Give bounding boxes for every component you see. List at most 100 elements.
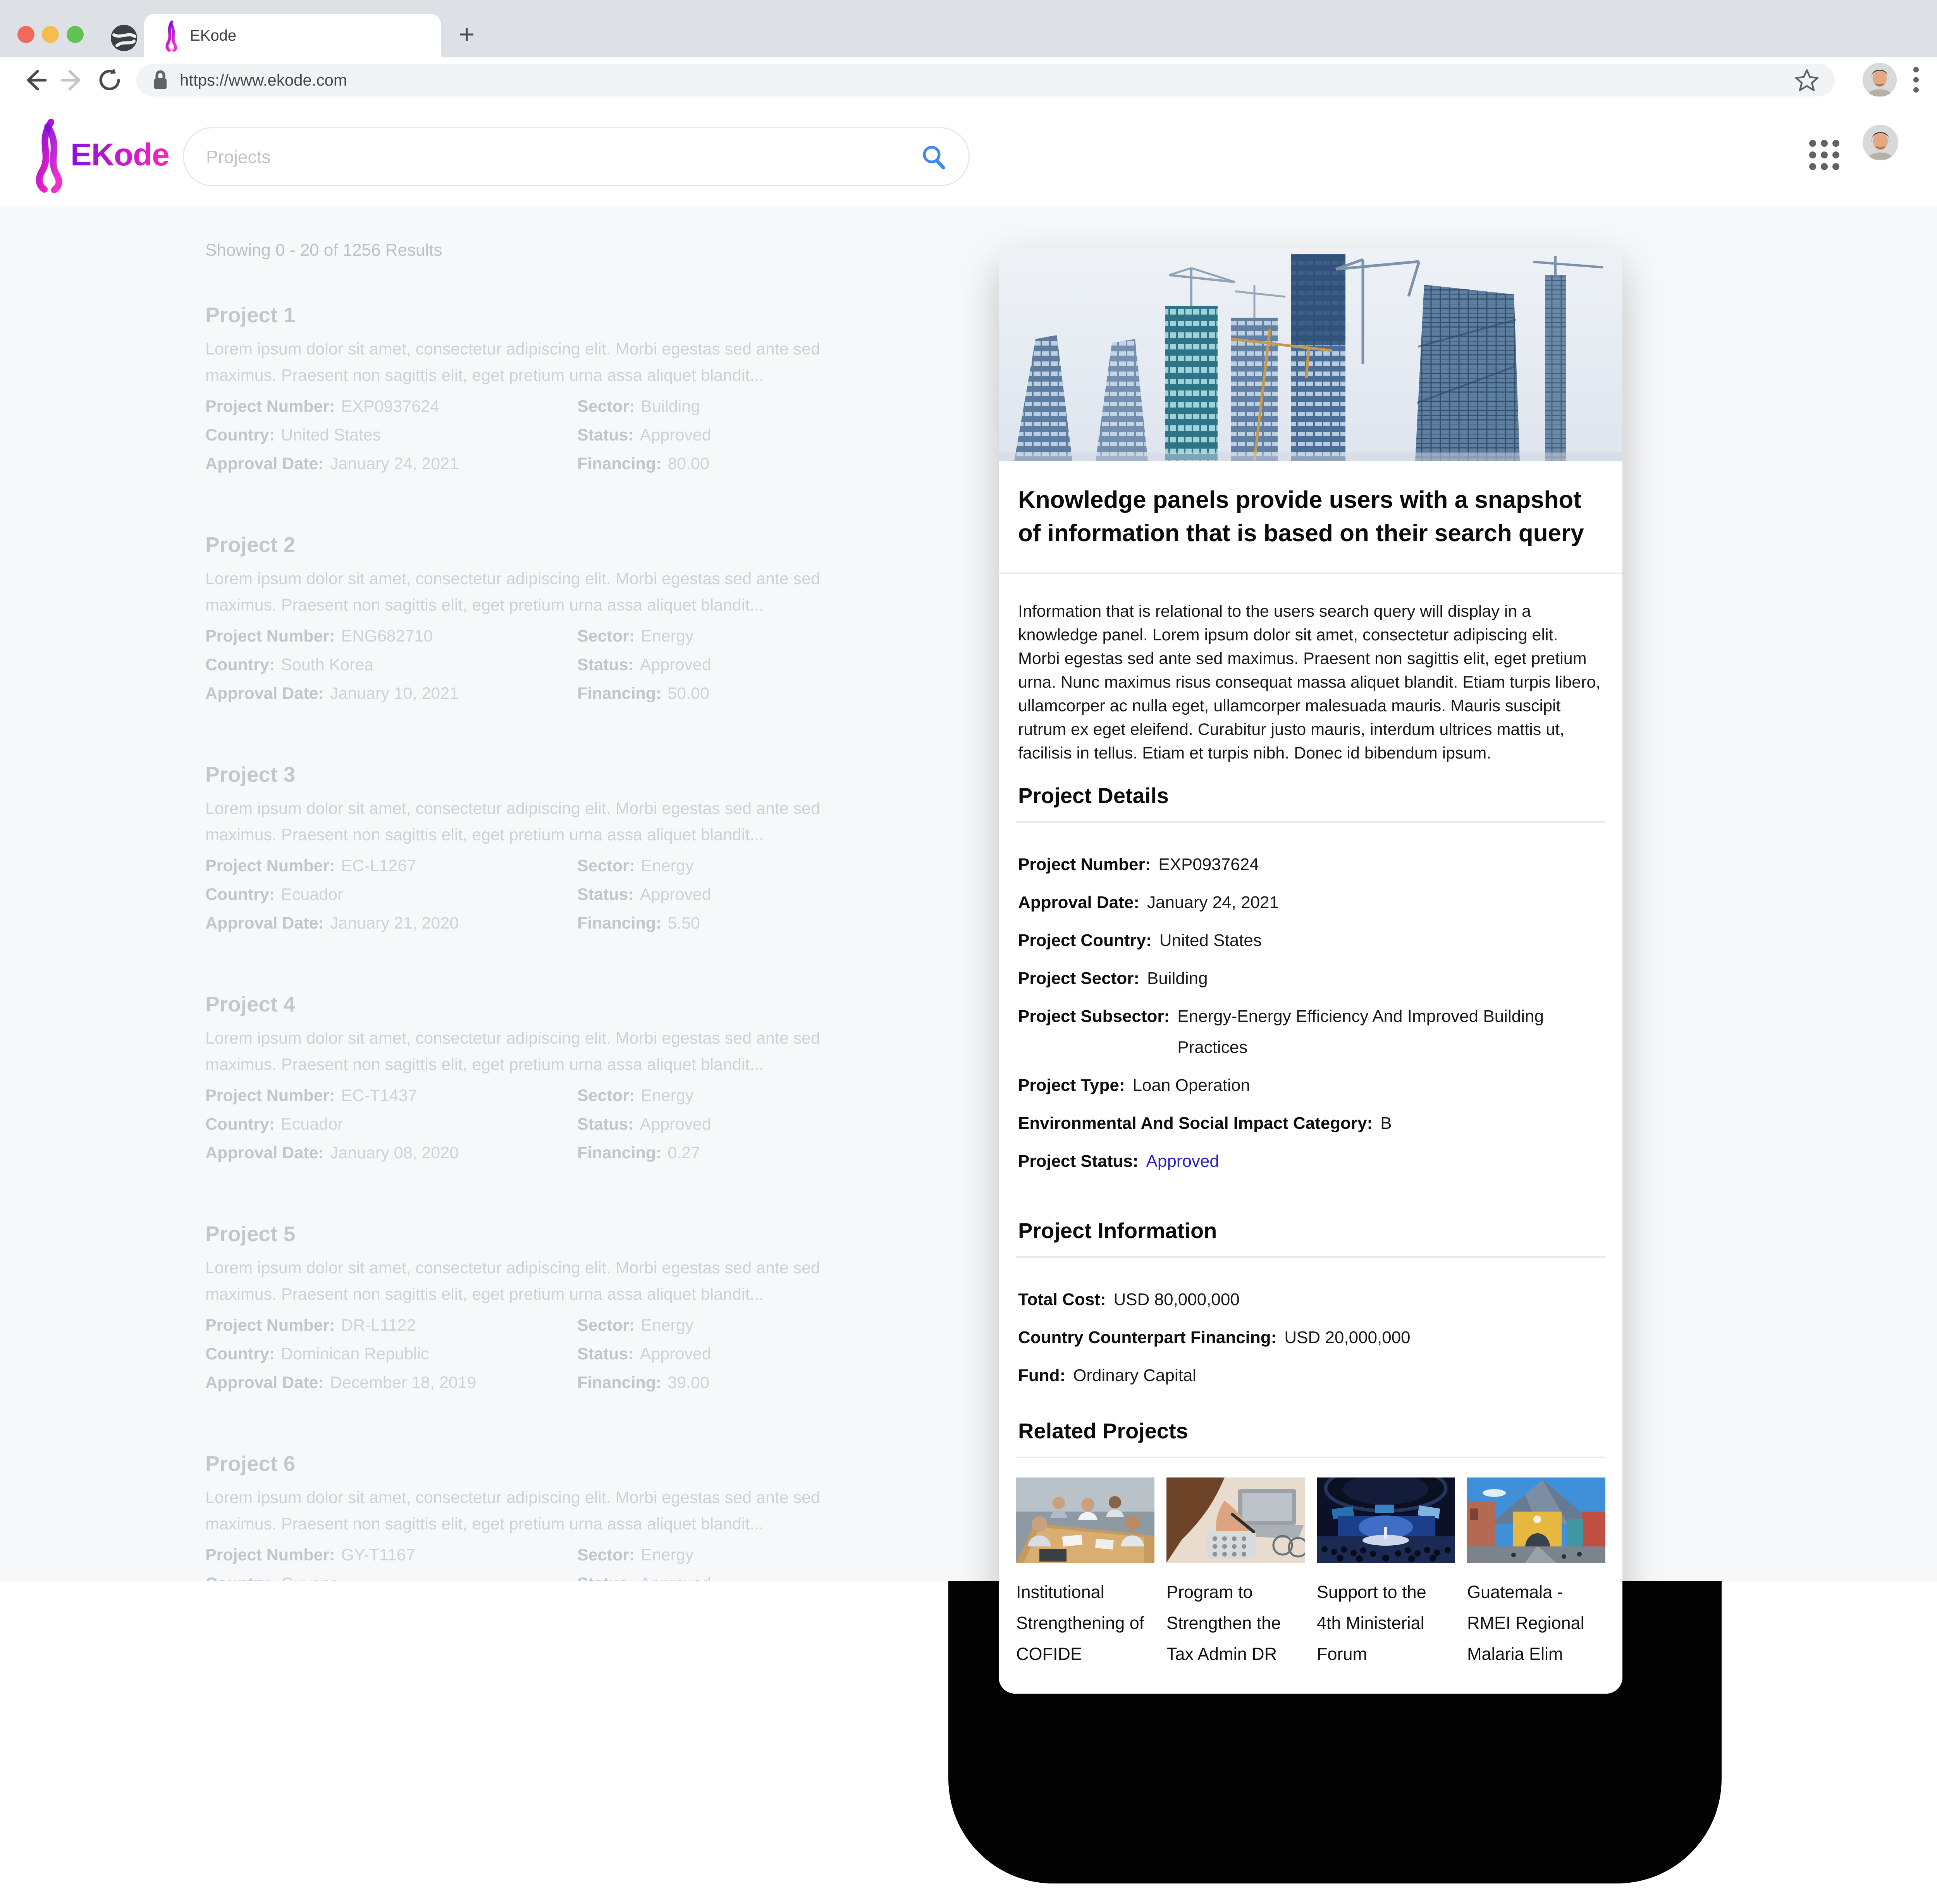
result-description: Lorem ipsum dolor sit amet, consectetur … [205, 1025, 879, 1078]
field-label: Country: [205, 1115, 275, 1133]
related-project-card[interactable]: Institutional Strengthening of COFIDE [1016, 1477, 1154, 1670]
field-value: Approved [640, 885, 711, 904]
field-value: December 18, 2019 [330, 1373, 477, 1392]
detail-value: Loan Operation [1132, 1070, 1250, 1101]
field-label: Sector: [577, 1546, 635, 1564]
field-value: Approved [640, 426, 711, 444]
search-icon[interactable] [921, 144, 947, 170]
info-value: USD 80,000,000 [1114, 1284, 1240, 1315]
result-description: Lorem ipsum dolor sit amet, consectetur … [205, 795, 879, 848]
profile-avatar[interactable] [1862, 124, 1899, 161]
info-value: USD 20,000,000 [1284, 1322, 1410, 1353]
result-title: Project 4 [205, 992, 887, 1016]
field-label: Country: [205, 426, 275, 444]
result-description: Lorem ipsum dolor sit amet, consectetur … [205, 1255, 879, 1307]
search-bar [183, 127, 970, 186]
construction-hero-image [999, 248, 1622, 461]
field-value: Ecuador [281, 885, 343, 904]
result-item[interactable]: Project 6 Lorem ipsum dolor sit amet, co… [205, 1451, 887, 1581]
related-project-caption: Support to the 4th Ministerial Forum [1317, 1577, 1445, 1670]
field-label: Country: [205, 885, 275, 904]
field-value: EC-L1267 [341, 857, 416, 875]
field-value: Energy [641, 857, 693, 875]
field-label: Status: [577, 655, 634, 674]
search-input[interactable] [205, 146, 921, 168]
field-label: Sector: [577, 857, 635, 875]
field-label: Status: [577, 1115, 634, 1133]
result-item[interactable]: Project 1 Lorem ipsum dolor sit amet, co… [205, 303, 887, 472]
brand-wordmark: EKode [71, 137, 169, 173]
tax-admin-thumbnail-image [1166, 1477, 1305, 1563]
result-description: Lorem ipsum dolor sit amet, consectetur … [205, 1484, 879, 1537]
field-label: Financing: [577, 914, 661, 932]
field-label: Financing: [577, 1144, 661, 1162]
field-label: Approval Date: [205, 684, 324, 703]
reload-icon[interactable] [96, 67, 123, 94]
field-value: South Korea [281, 655, 373, 674]
field-value: Approved [640, 1115, 711, 1133]
field-label: Country: [205, 655, 275, 674]
browser-globe-icon [109, 23, 139, 53]
field-label: Sector: [577, 397, 635, 416]
divider [1016, 1256, 1605, 1258]
forward-icon[interactable] [59, 67, 86, 94]
detail-label: Project Number: [1018, 849, 1151, 880]
field-value: January 08, 2020 [330, 1144, 459, 1162]
lock-icon [152, 69, 169, 91]
detail-value: EXP0937624 [1158, 849, 1259, 880]
field-label: Sector: [577, 627, 635, 645]
result-item[interactable]: Project 5 Lorem ipsum dolor sit amet, co… [205, 1221, 887, 1391]
result-item[interactable]: Project 2 Lorem ipsum dolor sit amet, co… [205, 532, 887, 702]
field-value: EC-T1437 [341, 1086, 417, 1105]
apps-grid-icon[interactable] [1808, 138, 1841, 172]
field-label: Approval Date: [205, 1373, 324, 1392]
bookmark-star-icon[interactable] [1794, 68, 1819, 93]
browser-avatar[interactable] [1862, 62, 1897, 98]
section-heading-information: Project Information [1018, 1218, 1603, 1243]
project-status-link[interactable]: Approved [1146, 1146, 1219, 1177]
result-item[interactable]: Project 3 Lorem ipsum dolor sit amet, co… [205, 762, 887, 932]
detail-label: Project Subsector: [1018, 1001, 1170, 1063]
browser-window: EKode + https://www.ekode.com [0, 0, 1937, 1904]
related-project-card[interactable]: Guatemala - RMEI Regional Malaria Elim [1467, 1477, 1605, 1670]
info-label: Fund: [1018, 1360, 1065, 1391]
related-project-caption: Institutional Strengthening of COFIDE [1016, 1577, 1145, 1670]
browser-tab[interactable]: EKode [144, 14, 441, 57]
detail-label: Approval Date: [1018, 887, 1139, 918]
field-label: Country: [205, 1574, 275, 1581]
maximize-window-button[interactable] [67, 26, 84, 43]
close-window-button[interactable] [17, 26, 34, 43]
tab-title: EKode [190, 27, 236, 45]
result-title: Project 2 [205, 532, 887, 557]
field-label: Status: [577, 1345, 634, 1363]
detail-value: B [1380, 1108, 1392, 1139]
url-bar[interactable]: https://www.ekode.com [136, 64, 1835, 96]
minimize-window-button[interactable] [42, 26, 59, 43]
logo[interactable]: EKode [31, 116, 169, 194]
information-rows: Total Cost:USD 80,000,000 Country Counte… [1018, 1284, 1603, 1391]
results-count: Showing 0 - 20 of 1256 Results [205, 241, 442, 260]
result-title: Project 5 [205, 1221, 887, 1246]
back-icon[interactable] [21, 67, 48, 94]
field-label: Financing: [577, 1373, 661, 1392]
tab-favicon-icon [162, 20, 180, 52]
related-project-card[interactable]: Support to the 4th Ministerial Forum [1317, 1477, 1455, 1670]
field-label: Status: [577, 885, 634, 904]
browser-menu-icon[interactable] [1912, 66, 1920, 94]
result-item[interactable]: Project 4 Lorem ipsum dolor sit amet, co… [205, 992, 887, 1161]
field-value: 0.27 [667, 1144, 700, 1162]
field-label: Country: [205, 1345, 275, 1363]
new-tab-button[interactable]: + [453, 22, 480, 49]
details-rows: Project Number:EXP0937624 Approval Date:… [1018, 849, 1603, 1177]
field-label: Financing: [577, 684, 661, 703]
related-project-card[interactable]: Program to Strengthen the Tax Admin DR [1166, 1477, 1305, 1670]
result-description: Lorem ipsum dolor sit amet, consectetur … [205, 566, 879, 618]
knowledge-panel: Knowledge panels provide users with a sn… [999, 248, 1622, 1694]
field-value: Energy [641, 1546, 693, 1564]
meeting-thumbnail-image [1016, 1477, 1154, 1563]
tab-strip: EKode + [0, 0, 1937, 57]
section-heading-details: Project Details [1018, 783, 1603, 808]
related-project-caption: Guatemala - RMEI Regional Malaria Elim [1467, 1577, 1596, 1670]
field-value: 5.50 [667, 914, 700, 932]
field-value: ENG682710 [341, 627, 433, 645]
